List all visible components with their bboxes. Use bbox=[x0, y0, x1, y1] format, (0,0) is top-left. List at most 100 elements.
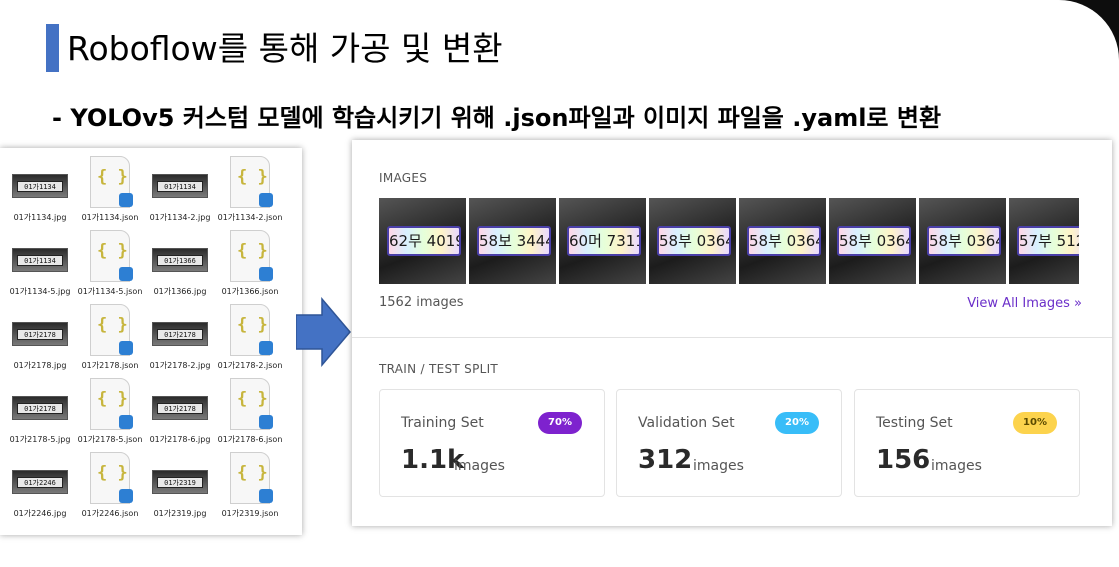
vscode-icon bbox=[259, 267, 273, 281]
images-section-label: IMAGES bbox=[379, 171, 428, 185]
image-count: 1562 images bbox=[379, 295, 464, 310]
json-file-icon: { } bbox=[230, 378, 273, 430]
plate-thumbnail: 01가2178 bbox=[152, 396, 208, 420]
json-file-item[interactable]: { } 01가1134-2.json bbox=[214, 154, 286, 226]
training-set-card[interactable]: Training Set 70% 1.1k images bbox=[379, 389, 605, 497]
plate-text: 01가2178 bbox=[157, 329, 203, 340]
image-file-item[interactable]: 01가1366 01가1366.jpg bbox=[144, 228, 216, 300]
plate-text: 01가1366 bbox=[157, 255, 203, 266]
validation-set-unit: images bbox=[693, 458, 744, 474]
plate-thumbnail: 01가1134 bbox=[12, 248, 68, 272]
image-file-item[interactable]: 01가2178 01가2178-5.jpg bbox=[4, 376, 76, 448]
file-name: 01가2178-2.json bbox=[217, 361, 283, 370]
validation-set-count: 312 bbox=[638, 445, 693, 475]
plate-label: 57부 5129 bbox=[1017, 226, 1079, 256]
dataset-image-thumbnail[interactable]: 58부 0364 bbox=[649, 198, 736, 284]
validation-set-card[interactable]: Validation Set 20% 312 images bbox=[616, 389, 842, 497]
json-file-item[interactable]: { } 01가1366.json bbox=[214, 228, 286, 300]
json-file-icon: { } bbox=[90, 304, 133, 356]
file-explorer: 01가1134 01가1134.jpg{ } 01가1134.json 01가1134… bbox=[0, 148, 302, 535]
roboflow-dataset-panel: IMAGES 62무 4019 58보 3444 60머 7311 58부 0364 5… bbox=[352, 140, 1112, 526]
json-file-item[interactable]: { } 01가2178-6.json bbox=[214, 376, 286, 448]
slide-subtitle: - YOLOv5 커스텀 모델에 학습시키기 위해 .json파일과 이미지 파… bbox=[52, 104, 942, 132]
image-strip: 62무 4019 58보 3444 60머 7311 58부 0364 58부 0364… bbox=[379, 198, 1079, 284]
file-name: 01가1134-2.json bbox=[217, 213, 283, 222]
validation-set-label: Validation Set bbox=[638, 415, 735, 431]
json-file-item[interactable]: { } 01가1134.json bbox=[74, 154, 146, 226]
json-file-icon: { } bbox=[90, 156, 133, 208]
vscode-icon bbox=[259, 341, 273, 355]
vscode-icon bbox=[119, 489, 133, 503]
testing-set-unit: images bbox=[931, 458, 982, 474]
plate-thumbnail: 01가2178 bbox=[12, 322, 68, 346]
dataset-image-thumbnail[interactable]: 58부 0364 bbox=[829, 198, 916, 284]
file-name: 01가2319.json bbox=[221, 509, 279, 518]
plate-label: 58부 0364 bbox=[657, 226, 731, 256]
dataset-image-thumbnail[interactable]: 57부 5129 bbox=[1009, 198, 1079, 284]
plate-text: 01가2319 bbox=[157, 477, 203, 488]
testing-set-count: 156 bbox=[876, 445, 931, 475]
braces-icon: { } bbox=[97, 463, 128, 483]
json-file-icon: { } bbox=[230, 156, 273, 208]
training-set-label: Training Set bbox=[401, 415, 484, 431]
braces-icon: { } bbox=[97, 167, 128, 187]
plate-text: 01가2178 bbox=[17, 329, 63, 340]
plate-label: 58보 3444 bbox=[477, 226, 551, 256]
plate-label: 62무 4019 bbox=[387, 226, 461, 256]
json-file-icon: { } bbox=[230, 230, 273, 282]
braces-icon: { } bbox=[237, 241, 268, 261]
image-file-item[interactable]: 01가1134 01가1134.jpg bbox=[4, 154, 76, 226]
image-file-item[interactable]: 01가2319 01가2319.jpg bbox=[144, 450, 216, 522]
json-file-item[interactable]: { } 01가1134-5.json bbox=[74, 228, 146, 300]
json-file-item[interactable]: { } 01가2319.json bbox=[214, 450, 286, 522]
plate-text: 01가2246 bbox=[17, 477, 63, 488]
testing-set-label: Testing Set bbox=[876, 415, 953, 431]
image-file-item[interactable]: 01가1134 01가1134-2.jpg bbox=[144, 154, 216, 226]
braces-icon: { } bbox=[237, 167, 268, 187]
dataset-image-thumbnail[interactable]: 58부 0364 bbox=[739, 198, 826, 284]
image-file-item[interactable]: 01가2178 01가2178-6.jpg bbox=[144, 376, 216, 448]
plate-thumbnail: 01가2246 bbox=[12, 470, 68, 494]
image-file-item[interactable]: 01가2178 01가2178.jpg bbox=[4, 302, 76, 374]
braces-icon: { } bbox=[237, 463, 268, 483]
validation-set-badge: 20% bbox=[775, 412, 819, 434]
json-file-icon: { } bbox=[90, 378, 133, 430]
vscode-icon bbox=[259, 193, 273, 207]
testing-set-badge: 10% bbox=[1013, 412, 1057, 434]
json-file-item[interactable]: { } 01가2178.json bbox=[74, 302, 146, 374]
dataset-image-thumbnail[interactable]: 62무 4019 bbox=[379, 198, 466, 284]
title-accent-bar bbox=[46, 24, 59, 72]
braces-icon: { } bbox=[237, 389, 268, 409]
plate-label: 58부 0364 bbox=[927, 226, 1001, 256]
json-file-item[interactable]: { } 01가2178-2.json bbox=[214, 302, 286, 374]
dataset-image-thumbnail[interactable]: 58부 0364 bbox=[919, 198, 1006, 284]
plate-label: 58부 0364 bbox=[837, 226, 911, 256]
json-file-icon: { } bbox=[90, 230, 133, 282]
vscode-icon bbox=[119, 415, 133, 429]
training-set-badge: 70% bbox=[538, 412, 582, 434]
image-file-item[interactable]: 01가2246 01가2246.jpg bbox=[4, 450, 76, 522]
vscode-icon bbox=[119, 267, 133, 281]
vscode-icon bbox=[259, 415, 273, 429]
plate-thumbnail: 01가2178 bbox=[152, 322, 208, 346]
plate-thumbnail: 01가2178 bbox=[12, 396, 68, 420]
plate-label: 58부 0364 bbox=[747, 226, 821, 256]
json-file-item[interactable]: { } 01가2246.json bbox=[74, 450, 146, 522]
testing-set-card[interactable]: Testing Set 10% 156 images bbox=[854, 389, 1080, 497]
json-file-item[interactable]: { } 01가2178-5.json bbox=[74, 376, 146, 448]
file-name: 01가1366.json bbox=[221, 287, 279, 296]
braces-icon: { } bbox=[97, 315, 128, 335]
plate-text: 01가2178 bbox=[17, 403, 63, 414]
dataset-image-thumbnail[interactable]: 58보 3444 bbox=[469, 198, 556, 284]
image-file-item[interactable]: 01가1134 01가1134-5.jpg bbox=[4, 228, 76, 300]
view-all-images-link[interactable]: View All Images » bbox=[967, 296, 1082, 311]
braces-icon: { } bbox=[237, 315, 268, 335]
image-file-item[interactable]: 01가2178 01가2178-2.jpg bbox=[144, 302, 216, 374]
plate-text: 01가1134 bbox=[157, 181, 203, 192]
slide-title: Roboflow를 통해 가공 및 변환 bbox=[67, 29, 503, 68]
slide: Roboflow를 통해 가공 및 변환 - YOLOv5 커스텀 모델에 학습… bbox=[0, 0, 1119, 567]
plate-thumbnail: 01가1134 bbox=[12, 174, 68, 198]
dataset-image-thumbnail[interactable]: 60머 7311 bbox=[559, 198, 646, 284]
split-section-label: TRAIN / TEST SPLIT bbox=[379, 362, 499, 376]
json-file-icon: { } bbox=[230, 304, 273, 356]
